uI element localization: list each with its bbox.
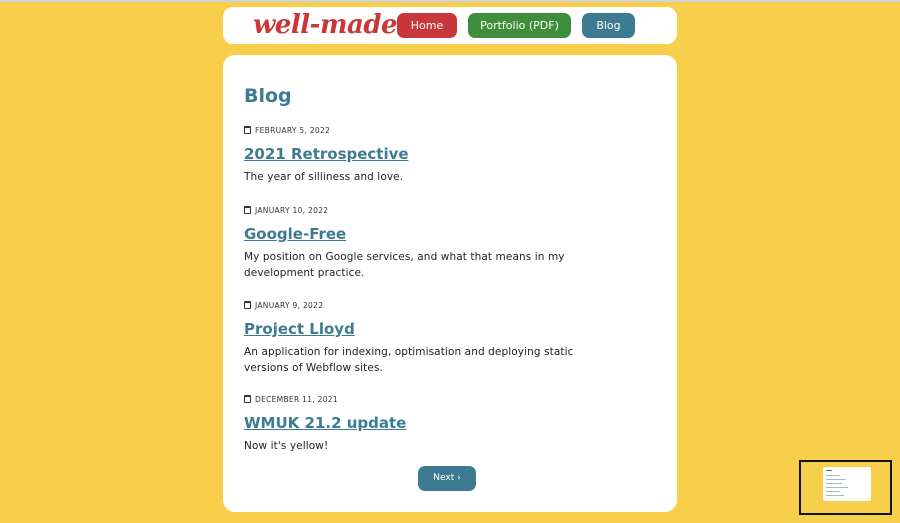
browser-top-border (0, 0, 900, 2)
post-date: JANUARY 9, 2022 (244, 300, 644, 310)
post-date-text: DECEMBER 11, 2021 (255, 394, 338, 404)
post-item: FEBRUARY 5, 2022 2021 Retrospective The … (244, 125, 644, 186)
calendar-icon (244, 301, 251, 309)
post-item: JANUARY 10, 2022 Google-Free My position… (244, 205, 644, 281)
nav-blog-button[interactable]: Blog (582, 13, 635, 38)
post-excerpt: My position on Google services, and what… (244, 251, 565, 279)
page-minimap[interactable] (799, 460, 892, 515)
post-date: DECEMBER 11, 2021 (244, 394, 644, 404)
post-excerpt: The year of silliness and love. (244, 171, 404, 183)
post-excerpt: An application for indexing, optimisatio… (244, 346, 574, 374)
post-title-link[interactable]: Google-Free (244, 224, 644, 244)
minimap-page-preview (823, 467, 871, 501)
post-title-link[interactable]: WMUK 21.2 update (244, 413, 644, 433)
calendar-icon (244, 126, 251, 134)
post-date-text: FEBRUARY 5, 2022 (255, 125, 331, 135)
post-date-text: JANUARY 10, 2022 (255, 205, 329, 215)
page-title: Blog (244, 85, 292, 107)
post-date: FEBRUARY 5, 2022 (244, 125, 644, 135)
blog-card: Blog FEBRUARY 5, 2022 2021 Retrospective… (223, 55, 677, 512)
post-title-link[interactable]: Project Lloyd (244, 319, 644, 339)
post-date: JANUARY 10, 2022 (244, 205, 644, 215)
calendar-icon (244, 206, 251, 214)
nav-portfolio-button[interactable]: Portfolio (PDF) (468, 13, 571, 38)
site-header: well-made Home Portfolio (PDF) Blog (223, 7, 677, 44)
calendar-icon (244, 395, 251, 403)
post-title-link[interactable]: 2021 Retrospective (244, 144, 644, 164)
post-excerpt: Now it's yellow! (244, 440, 329, 452)
post-item: JANUARY 9, 2022 Project Lloyd An applica… (244, 300, 644, 376)
nav-home-button[interactable]: Home (397, 13, 457, 38)
post-item: DECEMBER 11, 2021 WMUK 21.2 update Now i… (244, 394, 644, 455)
next-page-button[interactable]: Next › (418, 466, 476, 491)
post-date-text: JANUARY 9, 2022 (255, 300, 324, 310)
site-logo[interactable]: well-made (253, 10, 398, 40)
